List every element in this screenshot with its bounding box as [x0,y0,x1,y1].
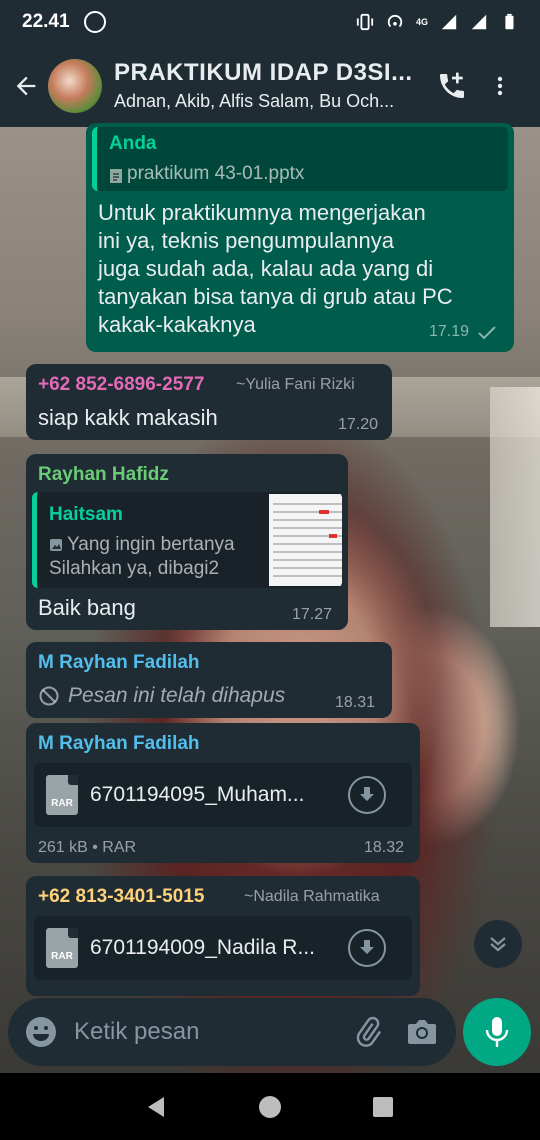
signal-icon [441,14,457,30]
add-call-button[interactable] [428,62,476,110]
download-button[interactable] [348,929,386,967]
status-icons: 4G [356,13,518,31]
sender-phone[interactable]: +62 813-3401-5015 [38,886,204,908]
vibrate-icon [356,13,374,31]
quote-line: Yang ingin bertanya [67,534,235,555]
message-time: 17.20 [338,416,379,433]
camera-icon [408,1020,436,1044]
message-line: ini ya, teknis pengumpulannya [98,228,394,253]
whatsapp-notification-icon [83,11,106,33]
group-members: Adnan, Akib, Alfis Salam, Bu Och... [114,91,395,111]
arrow-left-icon [16,76,36,95]
sender-name[interactable]: M Rayhan Fadilah [38,652,200,674]
download-icon [360,940,374,954]
status-time: 22.41 [22,11,70,32]
system-navigation-bar [0,1073,540,1140]
message-text: Untuk praktikumnya mengerjakan ini ya, t… [98,199,508,339]
incoming-message[interactable]: +62 852-6896-2577 ~Yulia Fani Rizki siap… [26,364,392,440]
rar-file-icon: RAR [46,775,78,815]
microphone-icon [485,1017,509,1047]
quote-author: Haitsam [49,504,123,525]
paperclip-icon [356,1016,382,1047]
hotspot-icon [387,14,403,28]
sent-check-icon [478,326,496,340]
quoted-message[interactable]: Haitsam Yang ingin bertanya Silahkan ya,… [32,492,342,588]
chat-header: PRAKTIKUM IDAP D3SI... Adnan, Akib, Alfi… [0,44,540,127]
message-line: juga sudah ada, kalau ada yang di [98,256,434,281]
sender-name[interactable]: M Rayhan Fadilah [38,733,200,755]
quote-thumbnail[interactable] [269,494,342,586]
rar-file-icon: RAR [46,928,78,968]
nav-back-icon[interactable] [144,1094,170,1120]
voice-message-button[interactable] [463,998,531,1066]
sender-pushname: ~Yulia Fani Rizki [236,376,355,393]
nav-recents-icon[interactable] [370,1094,396,1120]
message-time: 17.19 [429,323,470,340]
attach-button[interactable] [348,1012,388,1052]
emoji-button[interactable] [24,1015,58,1049]
quoted-message[interactable]: Anda praktikum 43-01.pptx [92,127,508,191]
file-name: 6701194009_Nadila R... [90,936,315,959]
file-type-label: RAR [51,951,73,962]
quote-file-name: praktikum 43-01.pptx [127,163,305,184]
file-attachment[interactable]: RAR 6701194009_Nadila R... [34,916,412,980]
group-avatar[interactable] [48,58,102,113]
message-text: siap kakk makasih [38,405,218,430]
message-time: 18.32 [364,839,405,856]
file-type-label: RAR [51,798,73,809]
message-time: 17.27 [292,606,333,623]
file-name: 6701194095_Muham... [90,783,305,806]
file-info: 261 kB • RAR [38,839,137,856]
back-button[interactable] [4,64,48,108]
signal-icon-2 [471,14,487,30]
group-name: PRAKTIKUM IDAP D3SI... [114,59,413,86]
image-icon [50,539,62,551]
document-icon [110,169,122,183]
incoming-message[interactable]: Rayhan Hafidz Haitsam Yang ingin bertany… [26,454,348,630]
deleted-message-text: Pesan ini telah dihapus [68,684,286,707]
incoming-message-deleted[interactable]: M Rayhan Fadilah Pesan ini telah dihapus… [26,642,392,718]
message-line: tanyakan bisa tanya di grub atau PC [98,284,453,309]
message-text: Baik bang [38,595,136,620]
sender-phone[interactable]: +62 852-6896-2577 [38,374,204,396]
camera-button[interactable] [402,1012,442,1052]
download-icon [360,787,374,801]
sender-pushname: ~Nadila Rahmatika [244,888,380,905]
file-attachment[interactable]: RAR 6701194095_Muham... [34,763,412,827]
more-options-button[interactable] [476,62,524,110]
message-time: 18.31 [335,694,376,711]
spreadsheet-thumbnail-icon [273,503,342,577]
double-chevron-down-icon [490,937,506,952]
group-info[interactable]: PRAKTIKUM IDAP D3SI... Adnan, Akib, Alfi… [114,59,414,112]
download-button[interactable] [348,776,386,814]
more-vert-icon [497,76,503,95]
network-type: 4G [415,17,428,27]
incoming-file-message[interactable]: +62 813-3401-5015 ~Nadila Rahmatika RAR … [26,876,420,996]
outgoing-message[interactable]: Anda praktikum 43-01.pptx Untuk praktiku… [86,123,514,352]
chat-area[interactable]: Anda praktikum 43-01.pptx Untuk praktiku… [0,123,540,1073]
incoming-file-message[interactable]: M Rayhan Fadilah RAR 6701194095_Muham...… [26,723,420,863]
message-line: Untuk praktikumnya mengerjakan [98,200,426,225]
deleted-icon [39,686,59,706]
status-bar: 22.41 4G [0,0,540,44]
scroll-to-bottom-button[interactable] [474,920,522,968]
message-composer: Ketik pesan [8,998,456,1066]
quote-author: Anda [109,133,157,154]
quote-line: Silahkan ya, dibagi2 [49,558,220,579]
message-input[interactable]: Ketik pesan [74,1018,348,1046]
call-add-icon [440,72,464,98]
nav-home-icon[interactable] [257,1094,283,1120]
battery-icon [505,13,514,30]
sender-name[interactable]: Rayhan Hafidz [38,464,169,486]
